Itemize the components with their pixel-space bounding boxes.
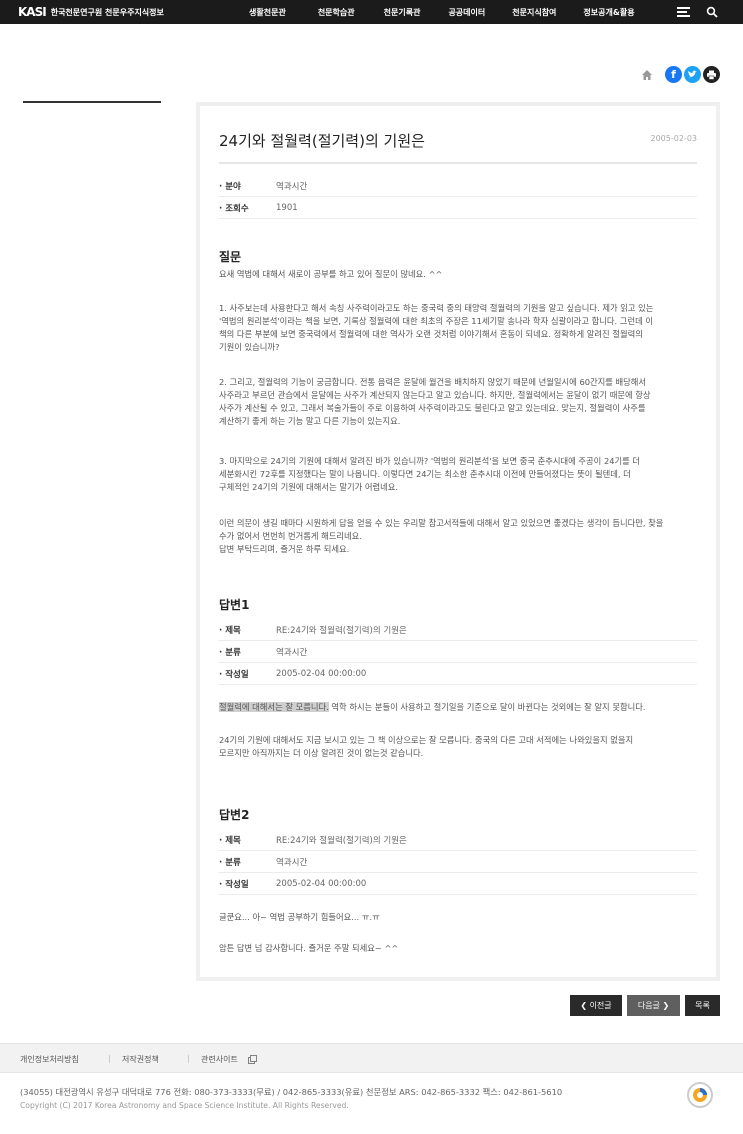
answer-2-paragraph: 암튼 답변 넘 감사합니다. 즐거운 주말 되세요~ ^^ — [219, 942, 699, 955]
logo-text: 한국천문연구원 천문우주지식정보 — [50, 7, 164, 17]
meta-value: 2005-02-04 00:00:00 — [276, 668, 367, 679]
text-line: 역학 하시는 분들이 사용하고 절기일을 기준으로 달이 바뀐다는 것외에는 잘… — [328, 702, 646, 712]
left-sidebar-rule — [23, 101, 161, 103]
question-heading: 질문 — [219, 250, 242, 264]
nav-item-participation[interactable]: 천문지식참여 — [512, 7, 556, 18]
meta-row-field: · 분야 역과시간 — [219, 175, 697, 197]
text-line: '역법의 원리분석'이라는 책을 보면, 기록상 절월력에 대한 최초의 주장은… — [219, 316, 653, 326]
footer-copyright: Copyright (C) 2017 Korea Astronomy and S… — [20, 1101, 349, 1110]
footer-links-bar: 개인정보처리방침 | 저작권정책 | 관련사이트 — [0, 1043, 743, 1073]
separator: | — [108, 1054, 111, 1063]
site-footer: (34055) 대전광역시 유성구 대덕대로 776 전화: 080-373-3… — [0, 1073, 743, 1134]
answer-2-meta-title: · 제목 RE:24기와 절월력(절기력)의 기원은 — [219, 829, 697, 851]
meta-value: RE:24기와 절월력(절기력)의 기원은 — [276, 625, 407, 636]
next-post-button[interactable]: 다음글 ❯ — [627, 995, 680, 1016]
privacy-policy-link[interactable]: 개인정보처리방침 — [20, 1054, 79, 1065]
text-line: 세분화시킨 72후를 지정했다는 말이 나옵니다. 이렇다면 24기는 최소한 … — [219, 469, 631, 479]
answer-1-heading: 답변1 — [219, 598, 250, 612]
answer-1-paragraph: 절월력에 대해서는 잘 모릅니다. 역학 하시는 분들이 사용하고 절기일을 기… — [219, 701, 699, 714]
meta-row-views: · 조회수 1901 — [219, 197, 697, 219]
text-line: 기원이 있습니까? — [219, 342, 280, 352]
meta-value: 2005-02-04 00:00:00 — [276, 878, 367, 889]
list-button[interactable]: 목록 — [685, 995, 720, 1016]
meta-label: · 제목 — [219, 835, 241, 846]
question-paragraph: 3. 마지막으로 24기의 기원에 대해서 알려진 바가 있습니까? '역법의 … — [219, 455, 699, 494]
nav-item-records[interactable]: 천문기록관 — [384, 7, 421, 18]
external-link-icon — [248, 1055, 257, 1064]
text-line: 이런 의문이 생길 때마다 시원하게 답을 얻을 수 있는 우리말 참고서적들에… — [219, 518, 664, 528]
text-line: 사주라고 부르던 관습에서 윤달에는 사주가 계산되지 않는다고 알고 있습니다… — [219, 390, 651, 400]
answer-2-paragraph: 글쿤요... 아~ 역법 공부하기 힘들어요... ㅠ.ㅠ — [219, 911, 699, 924]
article-title: 24기와 절월력(절기력)의 기원은 — [219, 132, 425, 150]
answer-1-meta-title: · 제목 RE:24기와 절월력(절기력)의 기원은 — [219, 619, 697, 641]
main-nav: 생활천문관 천문학습관 천문기록관 공공데이터 천문지식참여 정보공개&활용 — [249, 0, 635, 24]
meta-value: RE:24기와 절월력(절기력)의 기원은 — [276, 835, 407, 846]
logo-mark: KASI — [18, 5, 47, 19]
highlighted-text: 절월력에 대해서는 잘 모릅니다. — [219, 702, 329, 712]
print-icon[interactable] — [703, 66, 720, 83]
related-sites-link[interactable]: 관련사이트 — [201, 1054, 238, 1065]
meta-label: · 제목 — [219, 625, 241, 636]
text-line: 답변 부탁드리며, 즐거운 하루 되세요. — [219, 544, 350, 554]
answer-1-meta-date: · 작성일 2005-02-04 00:00:00 — [219, 663, 697, 685]
text-line: 계산하기 좋게 하는 기능 말고 다른 기능이 있는지요. — [219, 416, 401, 426]
nav-item-life-astronomy[interactable]: 생활천문관 — [249, 7, 286, 18]
share-tools: f — [640, 66, 720, 83]
title-divider — [219, 162, 697, 164]
article-date: 2005-02-03 — [650, 134, 698, 143]
meta-value: 역과시간 — [276, 647, 308, 658]
meta-value: 역과시간 — [276, 857, 308, 868]
facebook-icon[interactable]: f — [665, 66, 682, 83]
text-line: 요새 역법에 대해서 새로이 공부를 하고 있어 질문이 많네요. ^^ — [219, 269, 443, 279]
text-line: 암튼 답변 넘 감사합니다. 즐거운 주말 되세요~ ^^ — [219, 943, 399, 953]
text-line: 수가 없어서 번번히 번거롭게 해드리네요. — [219, 531, 362, 541]
home-icon[interactable] — [640, 68, 654, 82]
answer-2-heading: 답변2 — [219, 808, 250, 822]
copyright-policy-link[interactable]: 저작권정책 — [122, 1054, 159, 1065]
question-paragraph: 요새 역법에 대해서 새로이 공부를 하고 있어 질문이 많네요. ^^ — [219, 268, 699, 281]
search-icon[interactable] — [706, 6, 718, 18]
nav-item-learning[interactable]: 천문학습관 — [318, 7, 355, 18]
meta-label: · 분류 — [219, 857, 241, 868]
separator: | — [187, 1054, 190, 1063]
text-line: 책의 다른 부분에 보면 중국력에서 절월력에 대한 역사가 오랜 것처럼 이야… — [219, 329, 643, 339]
question-paragraph: 이런 의문이 생길 때마다 시원하게 답을 얻을 수 있는 우리말 참고서적들에… — [219, 517, 699, 556]
site-logo[interactable]: KASI 한국천문연구원 천문우주지식정보 — [18, 5, 164, 19]
meta-label: · 조회수 — [219, 203, 249, 214]
text-line: 사주가 계산될 수 있고, 그래서 복술가들이 주로 이용하여 사주력이라고도 … — [219, 403, 646, 413]
text-line: 글쿤요... 아~ 역법 공부하기 힘들어요... ㅠ.ㅠ — [219, 912, 380, 922]
question-paragraph: 2. 그리고, 절월력의 기능이 궁금합니다. 전통 음력은 윤달에 월건을 배… — [219, 376, 699, 428]
meta-value: 역과시간 — [276, 181, 308, 192]
text-line: 3. 마지막으로 24기의 기원에 대해서 알려진 바가 있습니까? '역법의 … — [219, 456, 641, 466]
answer-1-meta-category: · 분류 역과시간 — [219, 641, 697, 663]
text-line: 2. 그리고, 절월력의 기능이 궁금합니다. 전통 음력은 윤달에 월건을 배… — [219, 377, 647, 387]
text-line: 1. 사주보는데 사용한다고 해서 속칭 사주력이라고도 하는 중국력 중의 태… — [219, 303, 654, 313]
question-paragraph: 1. 사주보는데 사용한다고 해서 속칭 사주력이라고도 하는 중국력 중의 태… — [219, 302, 699, 354]
prev-post-button[interactable]: ❮ 이전글 — [570, 995, 622, 1016]
meta-label: · 분류 — [219, 647, 241, 658]
top-navigation-bar: KASI 한국천문연구원 천문우주지식정보 생활천문관 천문학습관 천문기록관 … — [0, 0, 743, 24]
text-line: 24기의 기원에 대해서도 지금 보시고 있는 그 책 이상으로는 잘 모릅니다… — [219, 735, 634, 745]
twitter-icon[interactable] — [684, 66, 701, 83]
menu-icon[interactable] — [677, 7, 690, 17]
nav-item-public-data[interactable]: 공공데이터 — [448, 7, 485, 18]
meta-label: · 작성일 — [219, 669, 249, 680]
text-line: 모르지만 아직까지는 더 이상 알려진 것이 없는것 같습니다. — [219, 748, 424, 758]
answer-1-paragraph: 24기의 기원에 대해서도 지금 보시고 있는 그 책 이상으로는 잘 모릅니다… — [219, 734, 699, 760]
answer-2-meta-date: · 작성일 2005-02-04 00:00:00 — [219, 873, 697, 895]
meta-value: 1901 — [276, 202, 298, 213]
footer-address: (34055) 대전광역시 유성구 대덕대로 776 전화: 080-373-3… — [20, 1087, 563, 1097]
accessibility-mark-icon — [687, 1082, 713, 1108]
meta-label: · 분야 — [219, 181, 241, 192]
meta-label: · 작성일 — [219, 879, 249, 890]
nav-item-disclosure[interactable]: 정보공개&활용 — [583, 7, 634, 18]
text-line: 구체적인 24기의 기원에 대해서는 말기가 어렵네요. — [219, 482, 399, 492]
answer-2-meta-category: · 분류 역과시간 — [219, 851, 697, 873]
